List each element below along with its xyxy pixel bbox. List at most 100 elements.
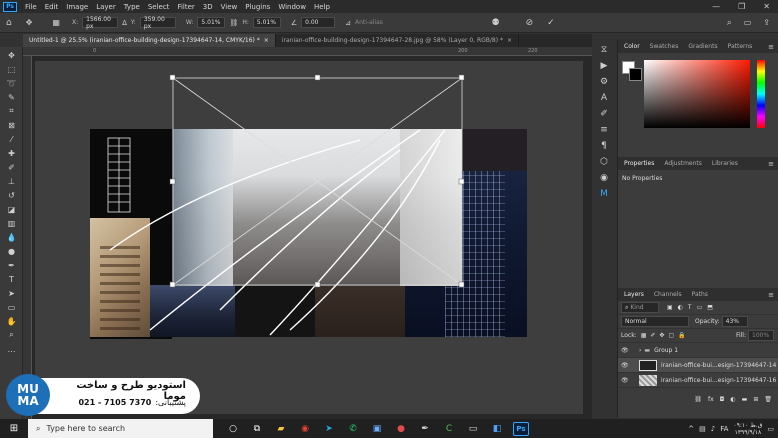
tab-channels[interactable]: Channels: [650, 291, 686, 298]
3d-cube-icon[interactable]: ⬡: [597, 156, 611, 168]
layer-name: Group 1: [654, 346, 679, 354]
fill-label: Fill:: [735, 332, 746, 339]
support-label: پشتیبانی:: [155, 398, 186, 407]
task-view-icon[interactable]: ⧉: [249, 422, 265, 436]
search-icon: ⌕: [625, 303, 629, 311]
tab-gradients[interactable]: Gradients: [684, 43, 721, 50]
volume-icon[interactable]: ♪: [711, 425, 715, 433]
tab-properties[interactable]: Properties: [620, 160, 658, 167]
lock-transparent-icon[interactable]: ▦: [641, 332, 647, 339]
background-color-swatch[interactable]: [629, 68, 642, 81]
white-curve-line: [149, 129, 421, 331]
layer-name: iranian-office-bui...esign-17394647-16: [661, 376, 777, 384]
pen-app-icon[interactable]: ✒: [417, 422, 433, 436]
camtasia-icon[interactable]: C: [441, 422, 457, 436]
properties-panel-tabs: Properties Adjustments Libraries ≡: [618, 157, 778, 170]
properties-panel: No Properties: [618, 170, 778, 288]
tab-adjustments[interactable]: Adjustments: [660, 160, 706, 167]
hue-slider[interactable]: [757, 60, 765, 128]
folder-icon: ▬: [644, 346, 651, 354]
color-picker-field[interactable]: [644, 60, 750, 128]
layer-row[interactable]: 👁 iranian-office-bui...esign-17394647-16: [618, 373, 778, 388]
clock-date: ۱۳۹۹/۹/۱۸: [734, 428, 762, 436]
notifications-icon[interactable]: ▭: [767, 425, 774, 433]
link-layers-icon[interactable]: ⛓: [694, 396, 702, 403]
windows-start-icon[interactable]: ⊞: [0, 423, 28, 434]
phone-number: 021 - 7105 7370: [78, 398, 152, 407]
tab-color[interactable]: Color: [620, 43, 644, 50]
lock-artboard-icon[interactable]: ▢: [668, 332, 674, 339]
fill-field[interactable]: 100%: [748, 330, 774, 341]
color-panel-tabs: Color Swatches Gradients Patterns ≡: [618, 40, 778, 53]
adjustments-icon[interactable]: ≡: [597, 124, 611, 136]
lock-pixels-icon[interactable]: ✐: [650, 332, 655, 339]
tab-patterns[interactable]: Patterns: [724, 43, 757, 50]
panel-menu-icon[interactable]: ≡: [768, 291, 774, 299]
filter-type-icon[interactable]: T: [688, 304, 692, 311]
brush-settings-icon[interactable]: ✐: [597, 108, 611, 120]
layer-thumbnail: [639, 359, 657, 371]
white-curve-line: [219, 149, 401, 311]
mask-icon[interactable]: ◘: [720, 396, 725, 403]
network-icon[interactable]: ▤: [699, 425, 706, 433]
lock-all-icon[interactable]: 🔒: [678, 332, 685, 339]
history-icon[interactable]: ⧖: [597, 44, 611, 56]
taskbar-search[interactable]: ⌕ Type here to search: [28, 419, 213, 438]
tab-paths[interactable]: Paths: [688, 291, 712, 298]
gear-icon[interactable]: ⚙: [597, 76, 611, 88]
libraries-icon[interactable]: M: [597, 188, 611, 200]
lock-label: Lock:: [621, 332, 637, 339]
kind-filter-select[interactable]: ⌕ Kind: [621, 302, 659, 313]
clock[interactable]: ق.ظ ۰۹:۱۰ ۱۳۹۹/۹/۱۸: [733, 422, 762, 436]
no-properties-text: No Properties: [622, 175, 663, 182]
visibility-eye-icon[interactable]: 👁: [621, 347, 633, 354]
right-panels: Color Swatches Gradients Patterns ≡ Prop…: [617, 40, 778, 418]
opacity-field[interactable]: 43%: [721, 316, 748, 327]
navigator-icon[interactable]: ◉: [597, 172, 611, 184]
layer-row[interactable]: 👁 › ▬ Group 1: [618, 343, 778, 358]
play-icon[interactable]: ▶: [597, 60, 611, 72]
expand-chevron-icon[interactable]: ›: [639, 347, 641, 354]
blend-row: Normal Opacity: 43%: [618, 315, 778, 329]
app-icon[interactable]: ◧: [489, 422, 505, 436]
panel-icon-strip: ⧖ ▶ ⚙ A ✐ ≡ ¶ ⬡ ◉ M: [594, 40, 614, 235]
tab-swatches[interactable]: Swatches: [646, 43, 683, 50]
layers-panel-tabs: Layers Channels Paths ≡: [618, 288, 778, 301]
language-indicator[interactable]: FA: [720, 425, 728, 433]
cortana-icon[interactable]: ○: [225, 422, 241, 436]
telegram-icon[interactable]: ➤: [321, 422, 337, 436]
visibility-eye-icon[interactable]: 👁: [621, 377, 633, 384]
new-layer-icon[interactable]: ⊞: [753, 396, 758, 403]
filter-pixel-icon[interactable]: ▣: [667, 304, 673, 311]
app-icon[interactable]: ●: [393, 422, 409, 436]
layer-actions-bar: ⛓ fx ◘ ◐ ▬ ⊞ 🗑: [618, 392, 778, 406]
windows-taskbar: ⊞ ⌕ Type here to search ○ ⧉ ▰ ◉ ➤ ✆ ▣ ● …: [0, 419, 778, 438]
adjustment-layer-icon[interactable]: ◐: [730, 396, 735, 403]
character-icon[interactable]: A: [597, 92, 611, 104]
chevron-up-icon[interactable]: ^: [688, 425, 694, 433]
filter-shape-icon[interactable]: ▭: [697, 304, 703, 311]
white-curve-line: [269, 129, 446, 336]
blend-mode-select[interactable]: Normal: [621, 316, 689, 327]
support-row: 021 - 7105 7370 پشتیبانی:: [56, 398, 186, 407]
file-explorer-icon[interactable]: ▰: [273, 422, 289, 436]
paragraph-icon[interactable]: ¶: [597, 140, 611, 152]
tab-layers[interactable]: Layers: [620, 291, 648, 298]
chrome-icon[interactable]: ◉: [297, 422, 313, 436]
panel-menu-icon[interactable]: ≡: [768, 43, 774, 51]
whatsapp-icon[interactable]: ✆: [345, 422, 361, 436]
filter-adjust-icon[interactable]: ◐: [678, 304, 683, 311]
fx-icon[interactable]: fx: [708, 396, 714, 403]
trash-icon[interactable]: 🗑: [764, 396, 772, 403]
tab-libraries[interactable]: Libraries: [708, 160, 742, 167]
layer-row[interactable]: 👁 iranian-office-bui...esign-17394647-14: [618, 358, 778, 373]
lock-position-icon[interactable]: ✥: [659, 332, 664, 339]
photoshop-taskbar-icon[interactable]: Ps: [513, 421, 529, 436]
panel-menu-icon[interactable]: ≡: [768, 160, 774, 168]
filter-smart-icon[interactable]: ⬒: [707, 304, 713, 311]
app-icon[interactable]: ▣: [369, 422, 385, 436]
app-icon[interactable]: ▭: [465, 422, 481, 436]
free-transform-box: [172, 77, 463, 286]
visibility-eye-icon[interactable]: 👁: [621, 362, 633, 369]
new-group-icon[interactable]: ▬: [742, 396, 748, 403]
